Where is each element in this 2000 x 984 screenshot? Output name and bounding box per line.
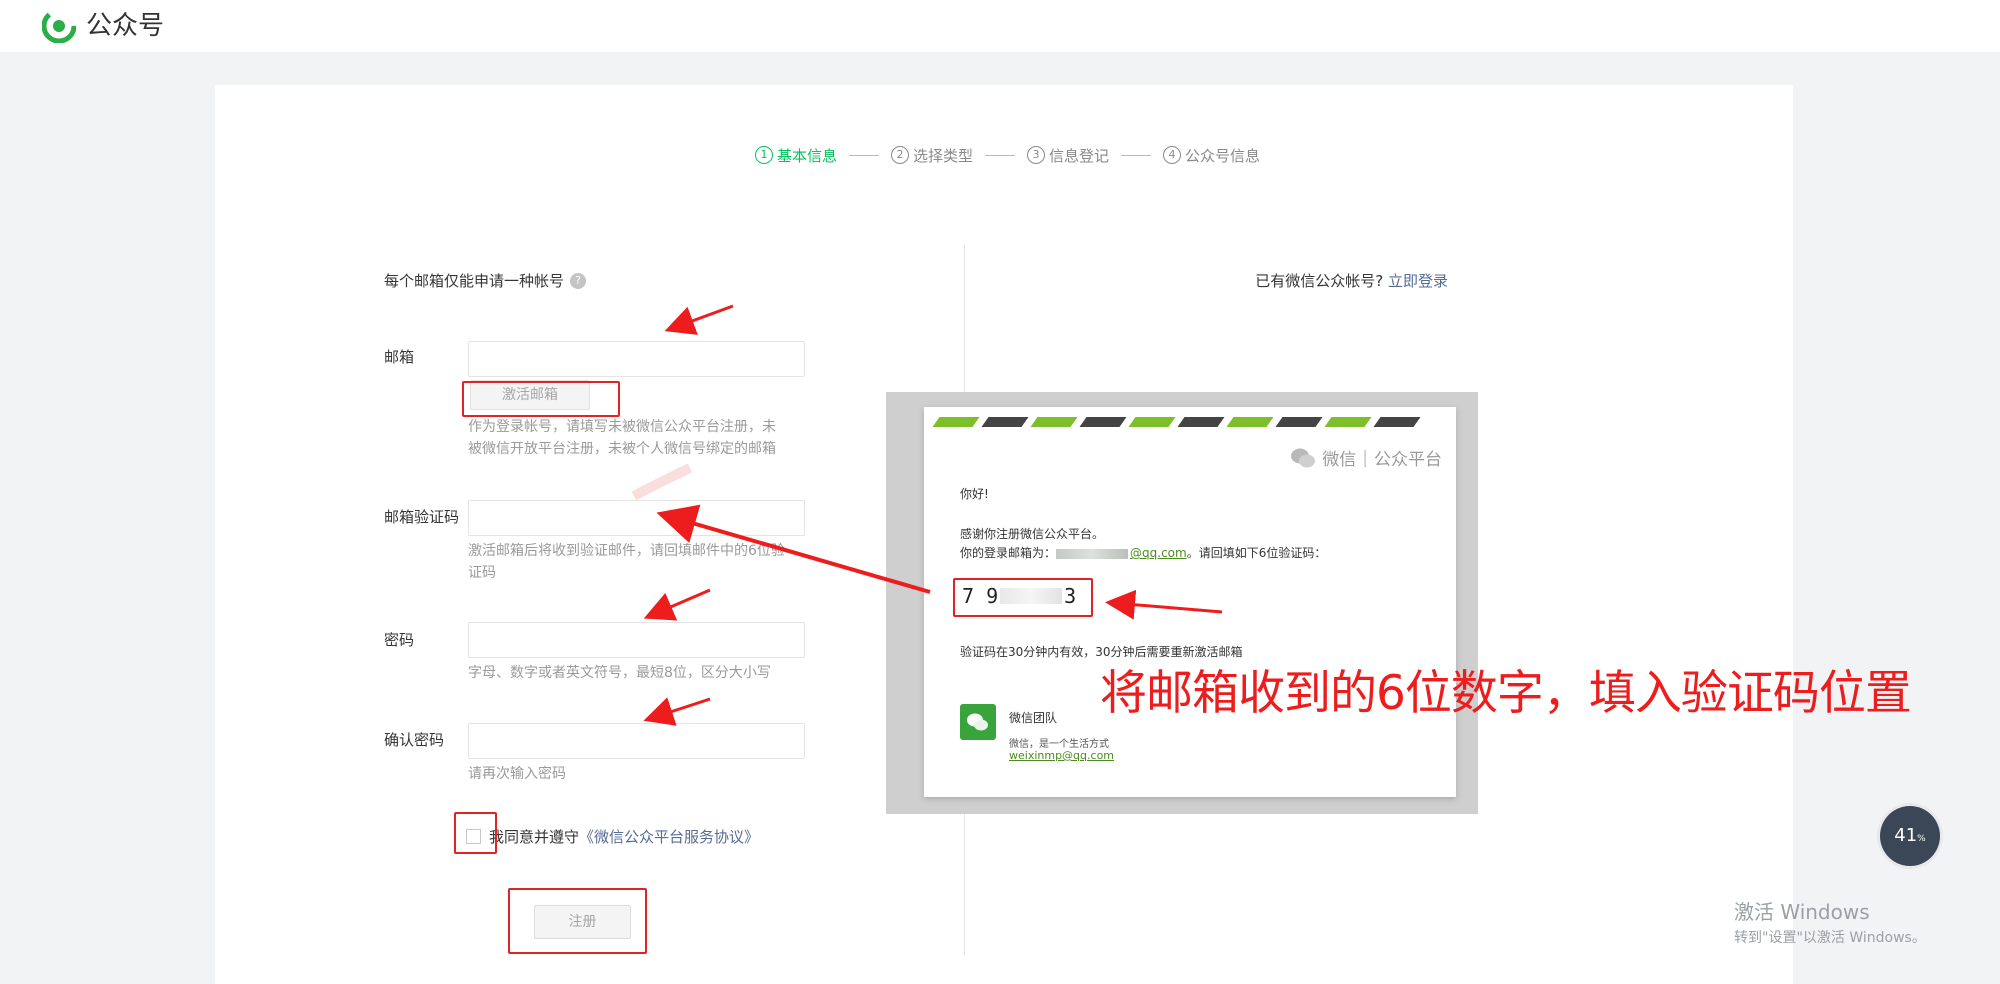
agreement-text: 我同意并遵守 [489,828,580,846]
step-number: 1 [755,146,773,164]
redacted-email [1056,548,1129,559]
brand-wechat: 微信 [1322,450,1357,470]
envelope-stripes [932,417,1442,427]
step-info-register: 3 信息登记 [1027,145,1109,166]
agreement-row: 我同意并遵守 《微信公众平台服务协议》 [466,826,759,847]
confirm-password-label: 确认密码 [384,731,445,749]
existing-account-prompt: 已有微信公众帐号? 立即登录 [1255,270,1448,291]
step-label: 选择类型 [913,146,974,165]
account-domain: @qq.com [1130,546,1187,560]
email-account-line: 你的登录邮箱为： @qq.com。请回填如下6位验证码： [960,544,1326,561]
step-number: 2 [891,146,910,164]
account-prefix: 你的登录邮箱为： [960,546,1057,560]
existing-account-text: 已有微信公众帐号? [1255,272,1384,290]
step-number: 3 [1027,146,1046,164]
step-label: 基本信息 [777,146,838,165]
progress-value: 41 [1894,825,1918,846]
wechat-mp-logo-icon[interactable] [42,9,76,43]
step-connector [985,154,1016,156]
wechat-team-icon [960,704,996,740]
confirm-password-input[interactable] [468,723,805,759]
help-icon[interactable]: ? [570,272,587,289]
step-basic-info: 1 基本信息 [755,145,837,166]
email-brand: 微信 | 公众平台 [1290,445,1442,470]
form-notice: 每个邮箱仅能申请一种帐号 ? [384,270,587,291]
annotation-instruction: 将邮箱收到的6位数字，填入验证码位置 [1100,666,1912,721]
progress-unit: % [1917,834,1926,844]
password-label: 密码 [384,631,415,649]
verification-code-input[interactable] [468,500,805,536]
highlight-register-box [508,888,647,954]
watermark-subtitle: 转到"设置"以激活 Windows。 [1734,930,1926,946]
memory-progress-widget[interactable]: 41% [1880,806,1940,866]
windows-activation-watermark: 激活 Windows 转到"设置"以激活 Windows。 [1734,896,1926,947]
email-thanks: 感谢你注册微信公众平台。 [960,527,1105,541]
code-label: 邮箱验证码 [384,508,460,526]
step-select-type: 2 选择类型 [891,145,973,166]
email-label: 邮箱 [384,348,415,366]
step-number: 4 [1163,146,1182,164]
login-link[interactable]: 立即登录 [1388,272,1448,290]
highlight-activate-box [462,381,620,417]
watermark-title: 激活 Windows [1734,900,1870,924]
highlight-checkbox-box [454,812,497,854]
wechat-bubble-icon [1291,448,1316,467]
code-hint: 激活邮箱后将收到验证邮件，请回填邮件中的6位验证码 [468,543,785,581]
team-slogan: 微信，是一个生活方式 [1009,739,1109,750]
top-bar: 公众号 [0,0,2000,52]
team-name: 微信团队 [1009,711,1058,725]
step-account-info: 4 公众号信息 [1163,145,1260,166]
step-label: 公众号信息 [1185,146,1261,165]
service-agreement-link[interactable]: 《微信公众平台服务协议》 [579,826,759,847]
highlight-code-box [953,578,1093,617]
step-connector [849,154,880,156]
email-input[interactable] [468,341,805,377]
step-connector [1121,154,1152,156]
logo-text[interactable]: 公众号 [86,9,164,43]
notice-text: 每个邮箱仅能申请一种帐号 [384,272,565,290]
password-input[interactable] [468,622,805,658]
account-suffix: 。请回填如下6位验证码： [1186,546,1327,560]
brand-separator: | [1362,447,1368,468]
team-email[interactable]: weixinmp@qq.com [1009,749,1114,762]
email-greeting: 你好! [960,487,989,501]
step-label: 信息登记 [1049,146,1110,165]
email-hint: 作为登录帐号，请填写未被微信公众平台注册，未被微信开放平台注册，未被个人微信号绑… [468,419,776,457]
brand-platform: 公众平台 [1374,450,1442,470]
confirm-password-hint: 请再次输入密码 [468,766,566,782]
step-indicator: 1 基本信息 2 选择类型 3 信息登记 4 公众号信息 [755,143,1260,167]
password-hint: 字母、数字或者英文符号，最短8位，区分大小写 [468,665,771,681]
